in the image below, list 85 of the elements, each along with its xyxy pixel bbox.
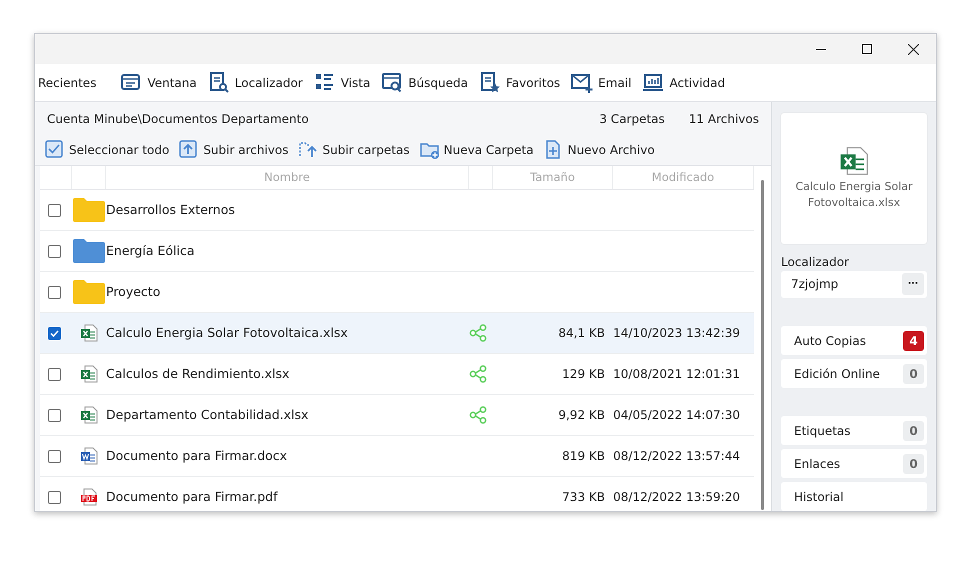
- file-row[interactable]: Desarrollos Externos: [40, 190, 754, 231]
- file-size: 819 KB: [561, 448, 606, 465]
- file-row[interactable]: Calculos de Rendimiento.xlsx 129 KB 10/08/2021 12:01:31: [40, 354, 754, 395]
- toolbar-button[interactable]: Nueva Carpeta: [420, 140, 534, 160]
- row-checkbox[interactable]: [48, 490, 61, 504]
- item-count: 11 Archivos: [688, 110, 759, 128]
- file-name: Proyecto: [106, 282, 162, 301]
- scrollbar-thumb[interactable]: [761, 180, 764, 510]
- toolbar-button[interactable]: Subir archivos: [179, 140, 288, 160]
- menu-item[interactable]: Recientes: [38, 74, 120, 92]
- document-star-icon: [479, 72, 501, 94]
- file-row[interactable]: Departamento Contabilidad.xlsx 9,92 KB 04/05/2022 14:07:30: [40, 395, 754, 436]
- panel-item[interactable]: Historial: [781, 482, 927, 511]
- close-icon: [908, 44, 918, 54]
- file-name: Departamento Contabilidad.xlsx: [106, 406, 310, 424]
- envelope-icon: [571, 72, 594, 94]
- panel-item[interactable]: Etiquetas 0: [781, 416, 927, 445]
- count-badge: 4: [903, 330, 924, 350]
- file-name: Documento para Firmar.pdf: [106, 488, 279, 506]
- modified-date: 04/05/2022 14:07:30: [613, 407, 741, 424]
- file-size: 129 KB: [561, 366, 606, 383]
- folder-path: Cuenta Minube\Documentos Departamento: [47, 110, 309, 128]
- spreadsheet-file-icon: [839, 146, 869, 176]
- modified-date: 14/10/2023 13:42:39: [613, 325, 741, 342]
- file-name: Calculo Energia Solar Fotovoltaica.xlsx: [106, 324, 349, 342]
- file-row[interactable]: Documento para Firmar.pdf 733 KB 08/12/2022 13:59:20: [40, 477, 754, 511]
- count-badge: 0: [903, 454, 924, 474]
- file-size: 84,1 KB: [557, 325, 606, 342]
- file-row[interactable]: Calculo Energia Solar Fotovoltaica.xlsx 84,1 KB 14/10/2023 13:42:39: [40, 313, 754, 354]
- menu-item[interactable]: Actividad: [642, 72, 736, 94]
- file-name: Calculos de Rendimiento.xlsx: [106, 364, 290, 383]
- menu-item[interactable]: Ventana: [120, 72, 208, 94]
- row-checkbox[interactable]: [48, 244, 61, 258]
- panel-item-label: Edición Online: [794, 366, 880, 382]
- more-button[interactable]: ···: [902, 273, 924, 296]
- row-checkbox[interactable]: [48, 204, 61, 216]
- count-badge: 0: [903, 420, 924, 440]
- row-checkbox[interactable]: [48, 286, 61, 298]
- file-name: Documento para Firmar.docx: [106, 446, 288, 465]
- modified-date: 08/12/2022 13:59:20: [613, 489, 741, 506]
- locator-field[interactable]: 7zjojmp ···: [781, 270, 927, 298]
- spreadsheet-file-icon: [80, 365, 98, 383]
- menu-item[interactable]: Localizador: [208, 72, 314, 94]
- field-label: Localizador: [781, 254, 850, 271]
- folder-upload-icon: [298, 140, 318, 160]
- locator-value: 7zjojmp: [791, 276, 838, 294]
- item-count: 3 Carpetas: [599, 110, 665, 128]
- row-checkbox[interactable]: [48, 368, 61, 380]
- panel-item[interactable]: Auto Copias 4: [781, 326, 927, 355]
- row-checkbox[interactable]: [48, 450, 61, 462]
- toolbar-button[interactable]: Seleccionar todo: [45, 140, 170, 160]
- panel-item-label: Etiquetas: [794, 422, 851, 440]
- panel-item-label: Auto Copias: [794, 332, 866, 350]
- modified-date: 08/12/2022 13:57:44: [613, 448, 741, 465]
- spreadsheet-file-icon: [80, 324, 98, 342]
- menu-item[interactable]: Favoritos: [479, 72, 572, 94]
- file-name: Energía Eólica: [106, 242, 196, 260]
- panel-item-label: Enlaces: [794, 456, 840, 472]
- browser-search-icon: [381, 72, 404, 94]
- count-badge: 0: [903, 364, 924, 384]
- row-checkbox[interactable]: [48, 408, 61, 422]
- preview-file-name: Calculo Energia Solar Fotovoltaica.xlsx: [794, 179, 914, 210]
- file-size: 733 KB: [561, 489, 606, 506]
- menu-item[interactable]: Vista: [314, 72, 382, 94]
- laptop-chart-icon: [642, 72, 664, 94]
- file-row[interactable]: Energía Eólica: [40, 231, 754, 272]
- panel-item-label: Historial: [794, 488, 844, 506]
- panel-item[interactable]: Enlaces 0: [781, 449, 927, 478]
- file-name: Desarrollos Externos: [106, 200, 236, 219]
- row-checkbox[interactable]: [48, 326, 61, 340]
- menu-item[interactable]: Email: [571, 72, 642, 94]
- word-file-icon: [80, 447, 98, 465]
- pdf-file-icon: [80, 488, 98, 506]
- document-search-icon: [208, 72, 230, 94]
- file-row[interactable]: Documento para Firmar.docx 819 KB 08/12/2022 13:57:44: [40, 436, 754, 477]
- panel-item[interactable]: Edición Online 0: [781, 359, 927, 388]
- spreadsheet-file-icon: [80, 406, 98, 424]
- toolbar-button[interactable]: Subir carpetas: [298, 140, 410, 160]
- maximize-icon: [862, 44, 872, 54]
- modified-date: 10/08/2021 12:01:31: [613, 366, 741, 383]
- upload-icon: [179, 140, 200, 160]
- checkbox-icon: [45, 140, 65, 160]
- toolbar-button[interactable]: Nuevo Archivo: [544, 140, 655, 160]
- file-size: 9,92 KB: [557, 407, 606, 424]
- menu-item[interactable]: Búsqueda: [381, 72, 479, 94]
